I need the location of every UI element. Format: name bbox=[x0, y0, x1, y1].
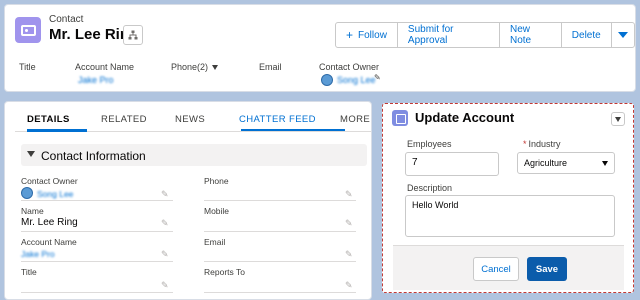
new-note-button[interactable]: New Note bbox=[499, 22, 562, 48]
edit-pencil-icon[interactable]: ✎ bbox=[161, 189, 169, 200]
object-label: Contact bbox=[49, 14, 84, 25]
change-owner-icon[interactable]: ✎ bbox=[374, 73, 381, 82]
description-textarea[interactable]: Hello World bbox=[405, 195, 615, 237]
highlight-title-label: Title bbox=[19, 62, 36, 72]
edit-pencil-icon[interactable]: ✎ bbox=[161, 280, 169, 291]
hierarchy-icon[interactable] bbox=[123, 25, 143, 45]
cancel-button[interactable]: Cancel bbox=[473, 257, 519, 281]
industry-label-text: Industry bbox=[528, 139, 561, 149]
update-account-title: Update Account bbox=[415, 110, 515, 125]
card-menu-button[interactable] bbox=[611, 112, 625, 126]
edit-pencil-icon[interactable]: ✎ bbox=[345, 280, 353, 291]
edit-pencil-icon[interactable]: ✎ bbox=[161, 249, 169, 260]
tab-news[interactable]: NEWS bbox=[175, 114, 205, 125]
account-icon bbox=[392, 110, 408, 126]
name-label: Name bbox=[21, 206, 44, 216]
action-buttons: + Follow Submit for Approval New Note De… bbox=[335, 22, 635, 48]
field-divider bbox=[204, 200, 356, 201]
phone-label: Phone bbox=[204, 176, 229, 186]
field-divider bbox=[21, 200, 173, 201]
email-label: Email bbox=[204, 237, 226, 247]
tab-chatter-feed[interactable]: CHATTER FEED bbox=[239, 114, 316, 125]
required-marker: * bbox=[523, 139, 527, 149]
highlight-email-label: Email bbox=[259, 62, 282, 72]
contact-owner-link[interactable]: Song Lee bbox=[37, 189, 73, 199]
chatter-tab-indicator bbox=[241, 129, 345, 131]
plus-icon: + bbox=[346, 28, 354, 42]
edit-pencil-icon[interactable]: ✎ bbox=[345, 189, 353, 200]
industry-label: * Industry bbox=[523, 139, 561, 149]
section-header-contact-information[interactable]: Contact Information bbox=[21, 144, 367, 166]
field-divider bbox=[204, 292, 356, 293]
record-header: Contact Mr. Lee Ring + Follow Submit for… bbox=[4, 4, 636, 92]
owner-avatar bbox=[321, 74, 333, 86]
field-divider bbox=[204, 231, 356, 232]
field-divider bbox=[21, 292, 173, 293]
contact-owner-label: Contact Owner bbox=[21, 176, 78, 186]
submit-for-approval-button[interactable]: Submit for Approval bbox=[396, 22, 500, 48]
reports-to-label: Reports To bbox=[204, 267, 245, 277]
chevron-down-icon bbox=[617, 32, 628, 38]
highlight-contact-owner-label: Contact Owner bbox=[319, 62, 380, 72]
highlight-account-name-link[interactable]: Jake Pro bbox=[78, 75, 114, 85]
owner-avatar bbox=[21, 187, 33, 199]
phone-label-text: Phone(2) bbox=[171, 62, 209, 72]
active-tab-indicator bbox=[27, 129, 87, 132]
details-card: DETAILS RELATED NEWS CHATTER FEED MORE C… bbox=[4, 101, 372, 300]
industry-select[interactable]: Agriculture bbox=[517, 152, 615, 174]
follow-label: Follow bbox=[358, 29, 387, 41]
chevron-down-icon bbox=[615, 116, 621, 122]
chevron-down-icon bbox=[212, 65, 219, 71]
form-footer: Cancel Save bbox=[393, 245, 624, 290]
tab-details[interactable]: DETAILS bbox=[27, 114, 70, 125]
title-label: Title bbox=[21, 267, 37, 277]
edit-pencil-icon[interactable]: ✎ bbox=[345, 218, 353, 229]
account-name-link[interactable]: Jake Pro bbox=[21, 249, 55, 259]
section-title: Contact Information bbox=[41, 149, 146, 163]
chevron-down-icon bbox=[27, 151, 35, 157]
edit-pencil-icon[interactable]: ✎ bbox=[345, 249, 353, 260]
highlight-phone-label[interactable]: Phone(2) bbox=[171, 62, 219, 72]
highlight-account-name-label: Account Name bbox=[75, 62, 135, 72]
description-label: Description bbox=[407, 183, 453, 193]
contact-icon bbox=[15, 17, 41, 43]
edit-pencil-icon[interactable]: ✎ bbox=[161, 218, 169, 229]
employees-label: Employees bbox=[407, 139, 452, 149]
mobile-label: Mobile bbox=[204, 206, 230, 216]
update-account-card: Update Account Employees 7 * Industry Agr… bbox=[382, 103, 634, 293]
field-divider bbox=[21, 261, 173, 262]
highlight-contact-owner-link[interactable]: Song Lee bbox=[337, 75, 376, 85]
tab-related[interactable]: RELATED bbox=[101, 114, 147, 125]
name-value: Mr. Lee Ring bbox=[21, 217, 78, 228]
more-actions-button[interactable] bbox=[610, 22, 635, 48]
chevron-down-icon bbox=[602, 160, 608, 166]
field-divider bbox=[204, 261, 356, 262]
industry-selected-value: Agriculture bbox=[524, 158, 568, 168]
follow-button[interactable]: + Follow bbox=[335, 22, 398, 48]
employees-input[interactable]: 7 bbox=[405, 152, 499, 176]
hierarchy-glyph bbox=[128, 30, 138, 40]
delete-button[interactable]: Delete bbox=[560, 22, 612, 48]
account-name-label: Account Name bbox=[21, 237, 77, 247]
field-divider bbox=[21, 231, 173, 232]
tab-bar: DETAILS RELATED NEWS CHATTER FEED MORE bbox=[15, 102, 371, 132]
save-button[interactable]: Save bbox=[527, 257, 567, 281]
tab-more[interactable]: MORE bbox=[340, 114, 370, 125]
